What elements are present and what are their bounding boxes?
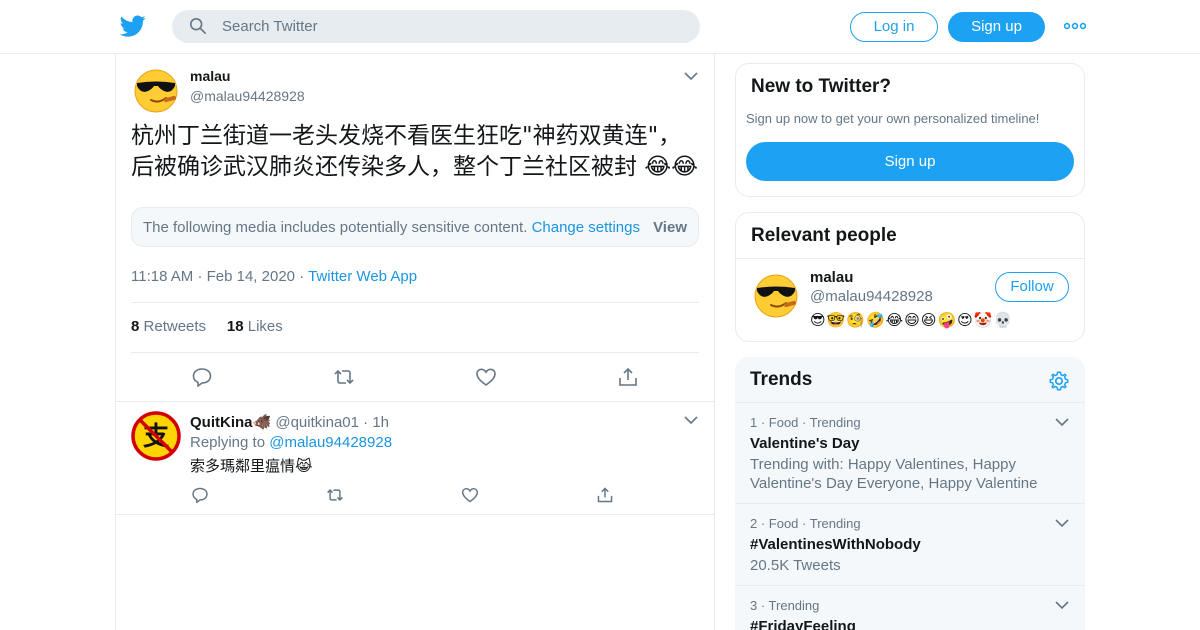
trend-meta: 2 · Food · Trending [750,516,861,531]
sensitive-notice-text: The following media includes potentially… [143,219,528,236]
divider [131,302,699,303]
new-to-twitter-title: New to Twitter? [751,76,892,97]
replying-to-handle-link[interactable]: @malau94428928 [269,434,392,451]
like-icon[interactable] [475,366,497,388]
chevron-down-icon[interactable] [684,415,698,425]
reply-header: QuitKina🐗 @quitkina01 · 1h [190,414,390,431]
tweet-date[interactable]: Feb 14, 2020 [207,268,295,285]
retweet-icon[interactable] [326,486,344,504]
divider [735,503,1085,504]
replying-to-label: Replying to [190,434,266,451]
chevron-down-icon[interactable] [1055,417,1069,427]
like-icon[interactable] [461,486,479,504]
tweet-stats: 8 Retweets 18 Likes [131,318,283,335]
divider [116,401,714,402]
replying-to: Replying to @malau94428928 [190,434,392,451]
relevant-person-handle[interactable]: @malau94428928 [810,288,933,305]
search-icon [189,17,207,35]
divider [116,514,714,515]
trends-title: Trends [750,369,813,390]
new-to-twitter-subtitle: Sign up now to get your own personalized… [746,111,1040,126]
retweets-label: Retweets [143,318,207,335]
relevant-person-name[interactable]: malau [810,269,853,286]
reply-icon[interactable] [191,366,213,388]
trend-description: Trending with: Happy Valentines, Happy V… [750,456,1038,492]
divider [735,585,1085,586]
trend-meta: 1 · Food · Trending [750,415,861,430]
retweets-stat[interactable]: 8 Retweets [131,318,206,335]
retweets-count: 8 [131,318,140,335]
reply-author-handle[interactable]: @quitkina01 [275,414,359,431]
tweet-author-handle[interactable]: @malau94428928 [190,88,305,104]
retweet-icon[interactable] [333,366,355,388]
more-options-icon[interactable] [1064,20,1086,32]
tweet-time[interactable]: 11:18 AM [131,268,193,285]
divider [131,352,699,353]
relevant-person-avatar[interactable] [751,269,801,319]
divider [736,258,1084,259]
relevant-people-card: Relevant people malau @malau94428928 Fol… [735,212,1085,342]
likes-stat[interactable]: 18 Likes [227,318,283,335]
tweet-metadata: 11:18 AM · Feb 14, 2020 · Twitter Web Ap… [131,268,418,285]
new-to-twitter-card: New to Twitter? Sign up now to get your … [735,63,1085,197]
reply-author-name[interactable]: QuitKina🐗 [190,414,271,431]
signup-button[interactable]: Sign up [948,12,1045,42]
follow-button[interactable]: Follow [995,272,1069,302]
share-icon[interactable] [596,486,614,504]
trend-name[interactable]: #FridayFeeling [750,618,856,630]
top-bar: Log in Sign up [0,0,1200,54]
reply-text: 索多瑪鄰里瘟情😹 [190,457,313,475]
relevant-person-bio: 😎🤓🧐🤣😂😄😆🤪😍🤡💀 [810,311,1014,329]
divider [735,402,1085,403]
view-media-button[interactable]: View [653,219,687,236]
trend-name[interactable]: Valentine's Day [750,435,859,452]
tweet-author-avatar[interactable] [131,64,181,114]
reply-time[interactable]: 1h [372,414,389,431]
search-input[interactable] [222,10,682,43]
reply-icon[interactable] [191,486,209,504]
trend-meta: 3 · Trending [750,598,820,613]
login-button[interactable]: Log in [850,12,938,42]
chevron-down-icon[interactable] [1055,600,1069,610]
share-icon[interactable] [617,366,639,388]
tweet-text: 杭州丁兰街道一老头发烧不看医生狂吃"神药双黄连"，后被确诊武汉肺炎还传染多人，整… [131,123,699,180]
chevron-down-icon[interactable] [684,71,698,81]
trend-name[interactable]: #ValentinesWithNobody [750,536,921,553]
sensitive-media-notice: The following media includes potentially… [131,207,699,247]
sidebar-signup-button[interactable]: Sign up [746,142,1074,181]
tweet-author-name[interactable]: malau [190,68,230,84]
relevant-people-title: Relevant people [751,225,897,246]
chevron-down-icon[interactable] [1055,518,1069,528]
gear-icon[interactable] [1048,370,1070,392]
tweet-source-link[interactable]: Twitter Web App [308,268,417,285]
trend-description: 20.5K Tweets [750,557,841,574]
likes-label: Likes [247,318,283,335]
reply-author-avatar[interactable]: 支 [131,411,181,461]
twitter-logo-icon[interactable] [119,13,147,39]
change-settings-link[interactable]: Change settings [532,219,640,236]
likes-count: 18 [226,318,244,335]
trends-card: Trends 1 · Food · Trending Valentine's D… [735,357,1085,630]
